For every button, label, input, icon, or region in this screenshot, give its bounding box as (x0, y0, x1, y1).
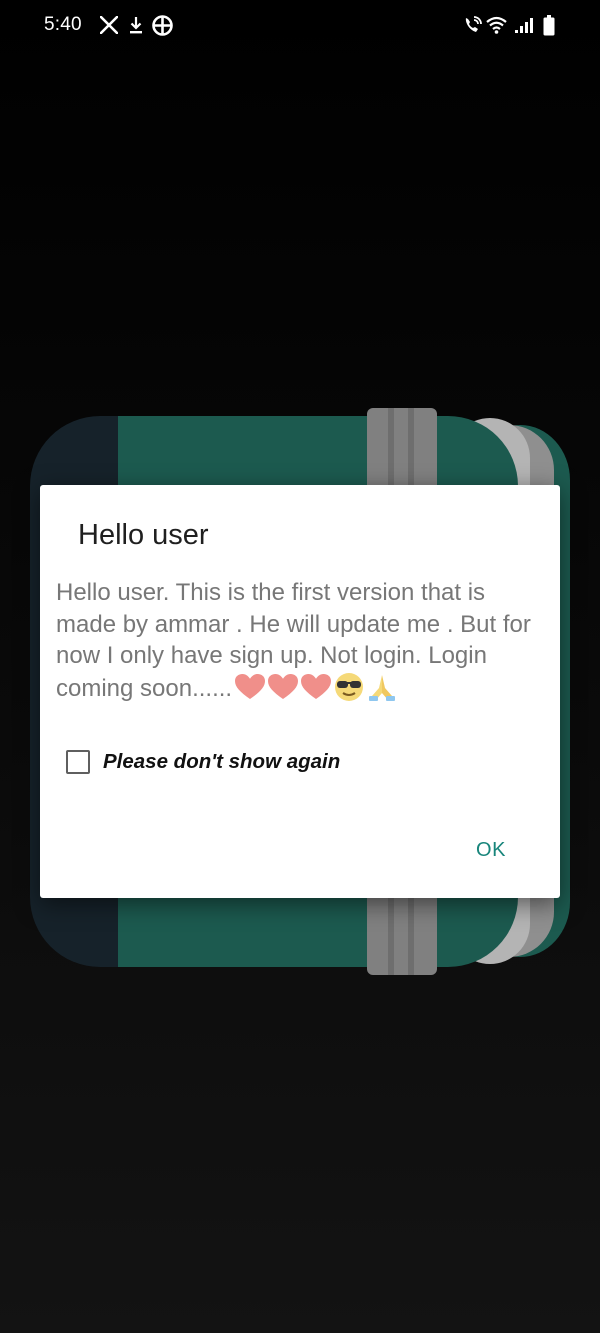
alert-dialog: Hello user Hello user. This is the first… (40, 485, 560, 898)
ok-button[interactable]: OK (460, 832, 522, 868)
checkbox-label: Please don't show again (103, 750, 341, 773)
dialog-title: Hello user (78, 519, 209, 551)
dont-show-again-checkbox[interactable] (66, 750, 90, 774)
emoji-row (234, 672, 399, 702)
heart-emoji (234, 673, 267, 701)
dialog-message-container: Hello user. This is the first version th… (56, 577, 550, 704)
heart-emoji (300, 673, 333, 701)
folded-hands-emoji (366, 672, 399, 702)
dont-show-again-checkbox-row[interactable]: Please don't show again (66, 747, 340, 777)
heart-emoji (267, 673, 300, 701)
sunglasses-emoji (333, 672, 366, 702)
